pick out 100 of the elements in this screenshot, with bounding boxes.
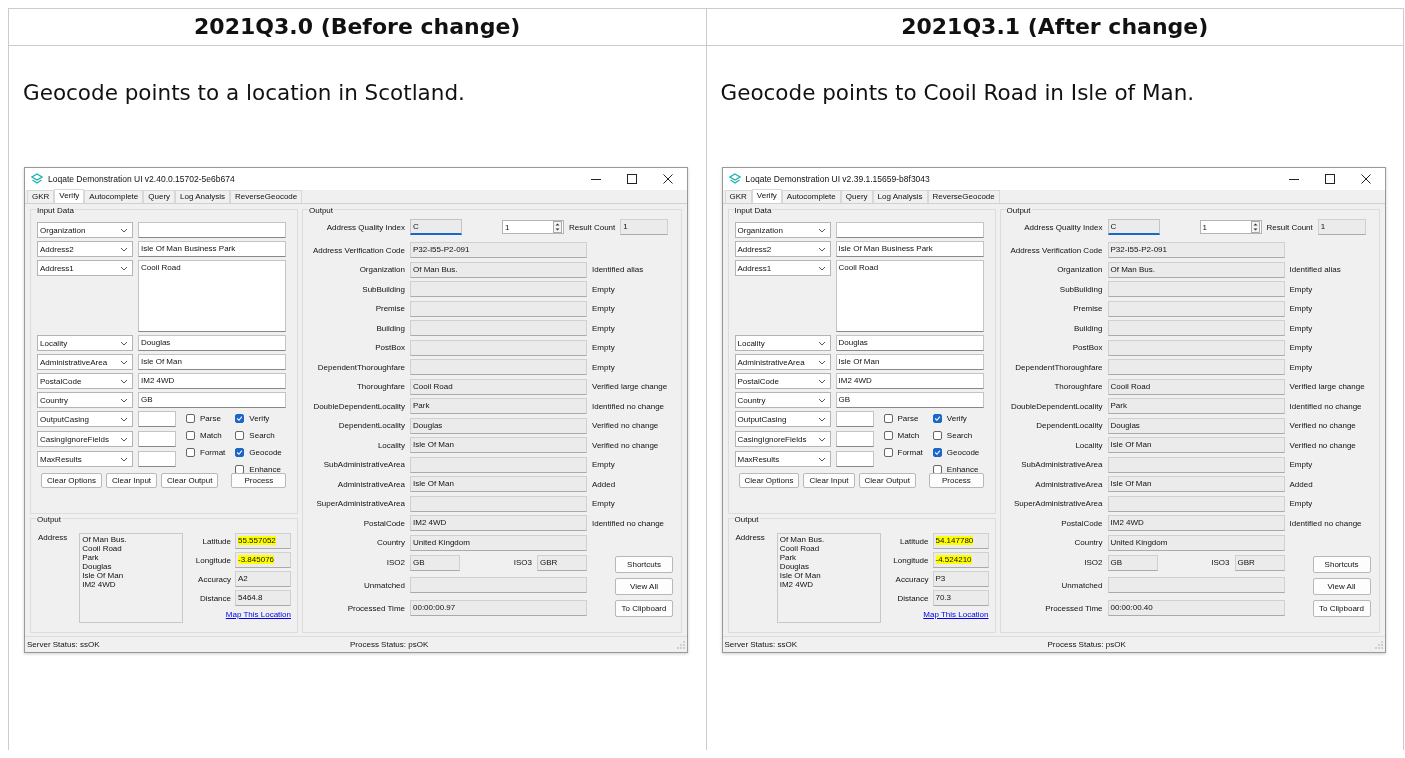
dropdown[interactable]: AdministrativeArea [37, 354, 133, 370]
text-field[interactable]: Douglas [138, 335, 286, 351]
dropdown[interactable]: MaxResults [734, 451, 831, 467]
tab[interactable]: ReverseGeocode [927, 190, 1000, 203]
text-field[interactable] [835, 431, 874, 447]
text-field[interactable] [138, 411, 176, 427]
tab[interactable]: GKR [27, 190, 55, 203]
dropdown[interactable]: AdministrativeArea [734, 354, 831, 370]
tab[interactable]: ReverseGeocode [230, 190, 303, 203]
address-line: Isle Of Man [82, 571, 125, 580]
tab[interactable]: Log Analysis [175, 190, 230, 203]
checkbox-label: Match [897, 430, 920, 440]
button[interactable]: To Clipboard [615, 600, 673, 617]
text-field[interactable] [835, 451, 874, 467]
status-text: Server Status: ssOK [724, 640, 798, 649]
tab[interactable]: Autocomplete [781, 190, 841, 203]
dropdown[interactable]: Address2 [734, 241, 831, 257]
checkbox[interactable] [883, 430, 893, 440]
checkbox[interactable] [883, 413, 893, 423]
text-area[interactable]: Cooil Road [138, 260, 286, 332]
dropdown[interactable]: Locality [734, 335, 831, 351]
dropdown[interactable]: CasingIgnoreFields [734, 431, 831, 447]
button[interactable]: Clear Input [105, 473, 158, 488]
dropdown[interactable]: MaxResults [37, 451, 133, 467]
dropdown[interactable]: OutputCasing [37, 411, 133, 427]
text-field[interactable]: Douglas [835, 335, 984, 351]
text-field[interactable] [835, 411, 874, 427]
text-field[interactable]: C [410, 219, 462, 235]
checkbox[interactable] [883, 447, 893, 457]
field-label: SubBuilding [1058, 284, 1103, 294]
checkbox[interactable] [932, 413, 942, 423]
close-icon [663, 174, 673, 184]
dropdown[interactable]: PostalCode [37, 373, 133, 389]
button[interactable]: Clear Output [161, 473, 219, 488]
tab[interactable]: Query [840, 190, 873, 203]
dropdown[interactable]: Organization [37, 222, 133, 238]
checkbox[interactable] [932, 430, 942, 440]
status-text: Added [1289, 479, 1314, 489]
output-field: Of Man Bus. [1107, 261, 1285, 278]
tab[interactable]: Verify [751, 189, 782, 203]
field-label: Unmatched [1060, 581, 1103, 590]
text-field[interactable] [138, 431, 176, 447]
text-field[interactable]: IM2 4WD [835, 373, 984, 389]
dropdown[interactable]: Address1 [37, 260, 133, 276]
link[interactable]: Map This Location [923, 610, 989, 619]
button[interactable]: Shortcuts [615, 556, 673, 573]
status-text: Process Status: psOK [1047, 640, 1127, 649]
tab[interactable]: Verify [54, 189, 85, 203]
dropdown[interactable]: OutputCasing [734, 411, 831, 427]
text-field[interactable]: Isle Of Man [835, 354, 984, 370]
tab[interactable]: Query [143, 190, 176, 203]
button[interactable]: Clear Options [738, 473, 800, 488]
resize-grip-icon [677, 640, 685, 649]
checkbox[interactable] [186, 413, 195, 423]
text-area[interactable]: Cooil Road [835, 260, 984, 332]
text-field[interactable] [138, 222, 286, 238]
text-field[interactable]: C [1107, 219, 1160, 235]
status-text: Process Status: psOK [350, 640, 430, 649]
button[interactable]: Process [231, 473, 287, 488]
address-box[interactable]: Of Man Bus. Cooil Road Park Douglas Isle Of Man IM2 4WD [79, 533, 183, 623]
button[interactable]: Shortcuts [1312, 556, 1371, 573]
button[interactable]: To Clipboard [1312, 600, 1371, 617]
tab[interactable]: Log Analysis [872, 190, 928, 203]
checkbox[interactable] [932, 447, 942, 457]
spinner-field[interactable]: 1 [1199, 220, 1262, 234]
dropdown[interactable]: PostalCode [734, 373, 831, 389]
caption-text: Geocode points to Cooil Road in Isle of Man. [720, 80, 1196, 105]
dropdown[interactable]: Locality [37, 335, 133, 351]
button[interactable]: View All [615, 578, 673, 595]
text-field[interactable]: Isle Of Man [138, 354, 286, 370]
button[interactable]: Clear Output [858, 473, 916, 488]
address-line: Douglas [82, 562, 113, 571]
window-title: Loqate Demonstration UI v2.39.1.15659-b8f3043 [745, 174, 931, 184]
button[interactable]: Clear Options [41, 473, 102, 488]
button[interactable]: Clear Input [803, 473, 855, 488]
tab[interactable]: Autocomplete [84, 190, 144, 203]
address-box[interactable]: Of Man Bus. Cooil Road Park Douglas Isle Of Man IM2 4WD [776, 533, 881, 623]
text-field[interactable]: GB [138, 392, 286, 408]
tab[interactable]: GKR [724, 190, 752, 203]
text-field[interactable]: GB [835, 392, 984, 408]
dropdown[interactable]: CasingIgnoreFields [37, 431, 133, 447]
checkbox[interactable] [235, 447, 245, 457]
checkbox[interactable] [186, 430, 195, 440]
text-field[interactable]: Isle Of Man Business Park [835, 241, 984, 257]
checkbox[interactable] [235, 430, 245, 440]
dropdown[interactable]: Country [734, 392, 831, 408]
dropdown[interactable]: Address1 [734, 260, 831, 276]
text-field[interactable] [835, 222, 984, 238]
checkbox[interactable] [235, 413, 245, 423]
button[interactable]: Process [928, 473, 984, 488]
text-field[interactable] [138, 451, 176, 467]
spinner-field[interactable]: 1 [502, 220, 564, 234]
dropdown[interactable]: Address2 [37, 241, 133, 257]
button[interactable]: View All [1312, 578, 1371, 595]
checkbox[interactable] [186, 447, 195, 457]
link[interactable]: Map This Location [225, 610, 291, 619]
text-field[interactable]: Isle Of Man Business Park [138, 241, 286, 257]
text-field[interactable]: IM2 4WD [138, 373, 286, 389]
dropdown[interactable]: Organization [734, 222, 831, 238]
dropdown[interactable]: Country [37, 392, 133, 408]
